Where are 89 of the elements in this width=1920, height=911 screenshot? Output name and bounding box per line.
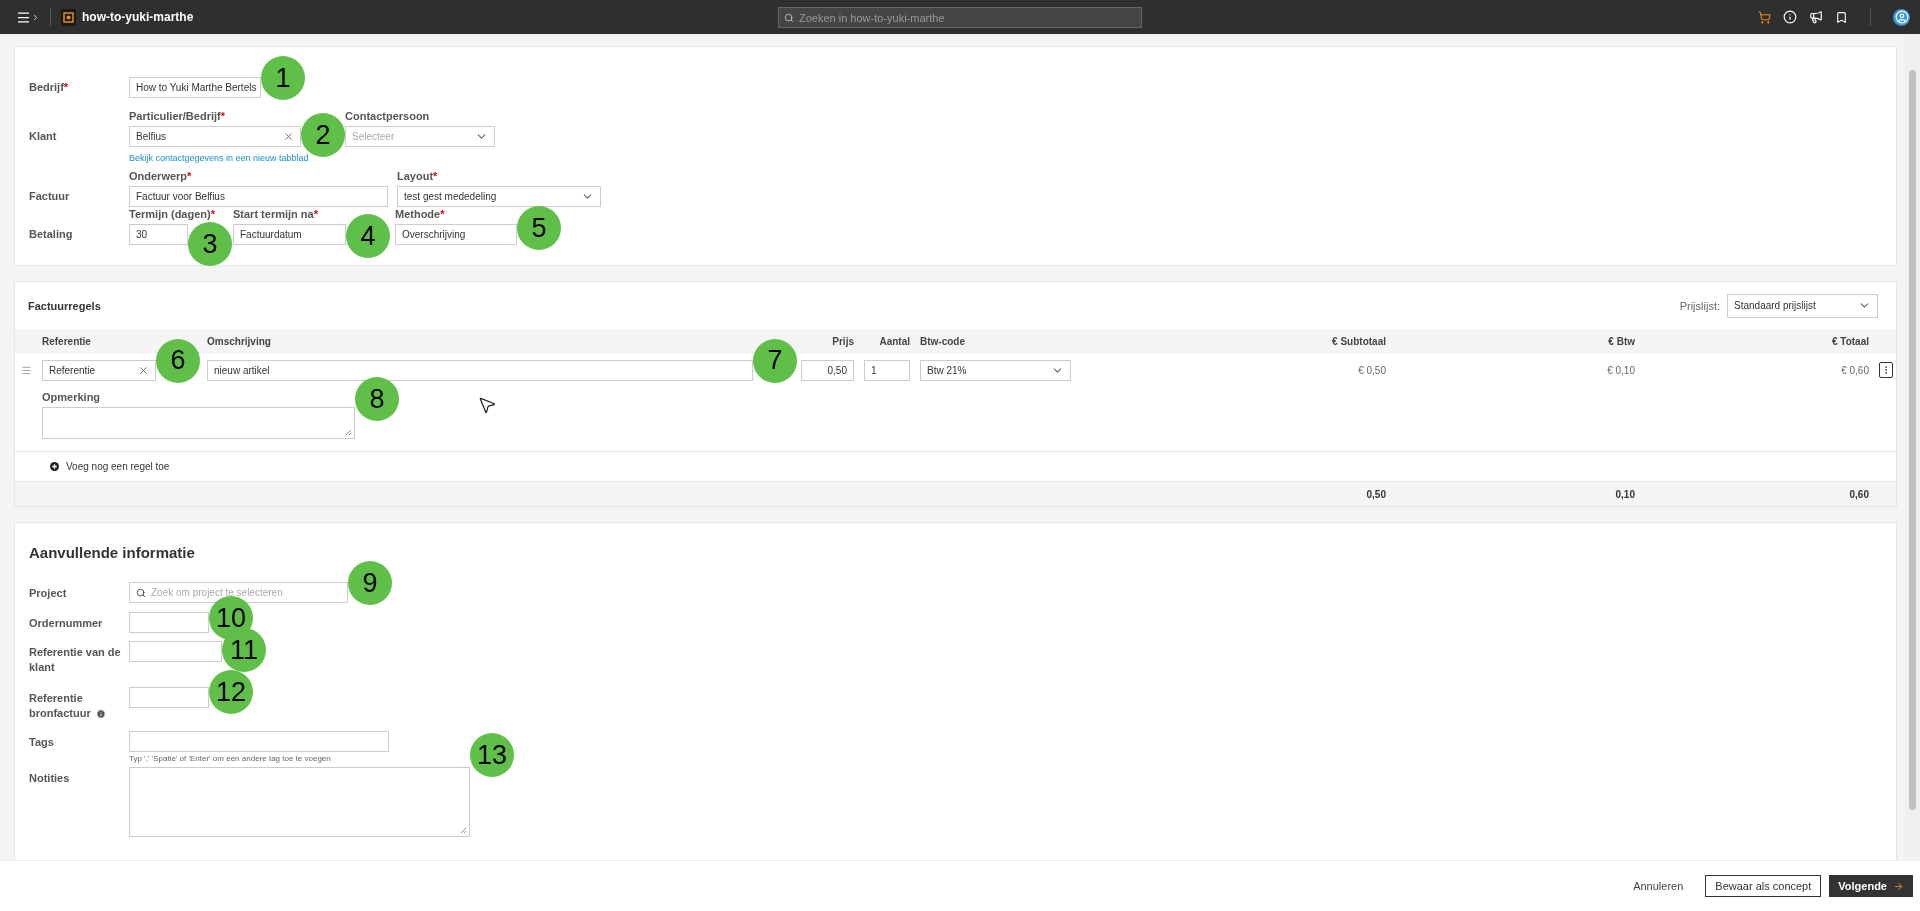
chevron-right-icon bbox=[31, 12, 40, 22]
cart-icon[interactable] bbox=[1758, 10, 1771, 24]
clear-icon[interactable] bbox=[138, 364, 149, 376]
step-number-badge: 3 bbox=[188, 222, 232, 266]
plus-circle-icon bbox=[50, 462, 59, 471]
drag-handle-icon[interactable] bbox=[21, 364, 32, 376]
dropdown[interactable]: test gest mededeling bbox=[397, 186, 601, 207]
input-field[interactable]: Overschrijving bbox=[395, 224, 517, 245]
field-label: Notities bbox=[29, 772, 70, 784]
field-label: Referentie van de klant bbox=[29, 646, 121, 673]
info-icon[interactable] bbox=[95, 709, 106, 720]
combobox-field[interactable]: Belfius bbox=[129, 126, 301, 147]
field-label: Factuur bbox=[29, 189, 71, 204]
clear-icon[interactable] bbox=[283, 131, 294, 142]
input-field[interactable] bbox=[129, 687, 209, 708]
input-field[interactable]: How to Yuki Marthe Bertels bbox=[129, 77, 261, 98]
step-number-badge: 11 bbox=[222, 628, 266, 672]
step-number-badge: 12 bbox=[209, 670, 253, 714]
arrow-right-icon bbox=[1893, 880, 1904, 892]
column-header: Aantal bbox=[878, 336, 910, 347]
table-cell-text: € 0,10 bbox=[1606, 364, 1635, 376]
column-header: € Btw bbox=[1607, 336, 1635, 347]
field-label: Bedrijf* bbox=[29, 80, 70, 95]
total-cell-text: 0,60 bbox=[1848, 488, 1869, 500]
resize-handle-icon[interactable] bbox=[345, 429, 352, 436]
column-header: Btw-code bbox=[920, 336, 966, 347]
more-options-button[interactable] bbox=[1879, 362, 1893, 378]
app-name[interactable]: how-to-yuki-marthe bbox=[82, 10, 194, 24]
megaphone-icon[interactable] bbox=[1809, 10, 1823, 24]
add-line-button[interactable]: Voeg nog een regel toe bbox=[50, 461, 170, 472]
column-header: Omschrijving bbox=[207, 336, 272, 347]
next-button[interactable]: Volgende bbox=[1829, 875, 1913, 897]
field-label: Layout* bbox=[397, 170, 439, 183]
resize-handle-icon[interactable] bbox=[460, 827, 467, 834]
combobox-field[interactable]: Referentie bbox=[42, 359, 156, 381]
field-label: Prijslijst: bbox=[1679, 299, 1720, 312]
field-label: Klant bbox=[29, 129, 58, 144]
column-header: Referentie bbox=[42, 336, 92, 347]
field-label: Start termijn na* bbox=[233, 208, 319, 221]
field-label: Tags bbox=[29, 736, 54, 748]
table-cell-text: € 0,60 bbox=[1840, 364, 1869, 376]
input-field[interactable]: nieuw artikel bbox=[207, 359, 753, 381]
field-label: Onderwerp* bbox=[129, 170, 193, 183]
step-number-badge: 4 bbox=[346, 214, 390, 258]
bookmark-icon[interactable] bbox=[1835, 10, 1848, 24]
input-field[interactable]: 1 bbox=[864, 359, 910, 381]
field-label: Particulier/Bedrijf* bbox=[129, 110, 226, 123]
column-header: € Totaal bbox=[1830, 336, 1869, 347]
total-cell-text: 0,10 bbox=[1614, 488, 1635, 500]
logo-icon bbox=[61, 8, 76, 26]
field-label: Opmerking bbox=[42, 391, 101, 404]
dropdown[interactable]: Btw 21% bbox=[920, 359, 1071, 381]
section-title: Aanvullende informatie bbox=[29, 543, 196, 563]
column-header: € Subtotaal bbox=[1331, 336, 1386, 347]
input-field[interactable] bbox=[129, 612, 209, 633]
total-cell-text: 0,50 bbox=[1365, 488, 1386, 500]
price-field[interactable]: 0,50 bbox=[801, 359, 854, 381]
section-title: Factuurregels bbox=[28, 299, 101, 312]
input-field[interactable]: 30 bbox=[129, 224, 188, 245]
field-label: Project bbox=[29, 587, 67, 599]
scrollbar[interactable] bbox=[1905, 34, 1920, 860]
step-number-badge: 8 bbox=[355, 377, 399, 421]
field-label: Referentie bronfactuur bbox=[29, 692, 91, 719]
info-icon[interactable] bbox=[1783, 10, 1797, 24]
field-label: Termijn (dagen)* bbox=[129, 208, 215, 221]
mouse-pointer-icon bbox=[477, 395, 497, 415]
dropdown[interactable]: Standaard prijslijst bbox=[1727, 293, 1878, 318]
input-field[interactable] bbox=[129, 731, 389, 752]
helper-text: Typ ',' 'Spatie' of 'Enter' om een andere tag toe te voegen bbox=[129, 754, 332, 763]
field-label: Betaling bbox=[29, 227, 74, 242]
search-icon bbox=[136, 587, 146, 598]
column-header: Prijs bbox=[831, 336, 854, 347]
input-field[interactable]: Factuurdatum bbox=[233, 224, 346, 245]
save-draft-button[interactable]: Bewaar als concept bbox=[1705, 875, 1822, 897]
step-number-badge: 13 bbox=[470, 733, 514, 777]
field-label: Methode* bbox=[395, 208, 446, 221]
input-field[interactable]: Factuur voor Belfius bbox=[129, 186, 388, 207]
search-icon bbox=[784, 12, 794, 23]
field-label: Ordernummer bbox=[29, 617, 103, 629]
table-cell-text: € 0,50 bbox=[1357, 364, 1386, 376]
input-field[interactable] bbox=[129, 641, 222, 662]
menu-button[interactable] bbox=[16, 9, 40, 25]
step-number-badge: 5 bbox=[517, 206, 561, 250]
cancel-button[interactable]: Annuleren bbox=[1627, 879, 1690, 893]
menu-icon bbox=[16, 9, 31, 25]
step-number-badge: 1 bbox=[261, 56, 305, 100]
step-number-badge: 9 bbox=[348, 561, 392, 605]
user-avatar[interactable] bbox=[1893, 8, 1910, 26]
field-label: Contactpersoon bbox=[345, 110, 431, 123]
